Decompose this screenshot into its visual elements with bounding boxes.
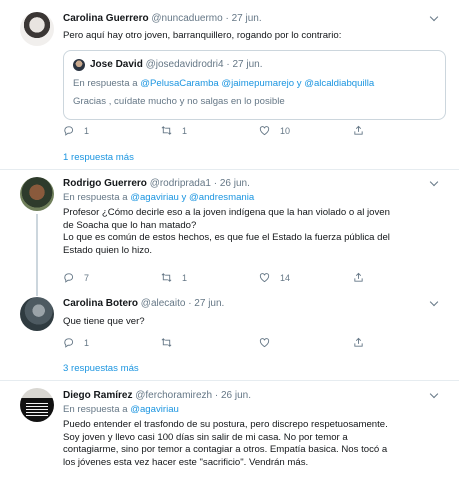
chevron-down-icon[interactable] (429, 389, 439, 399)
like-icon (259, 126, 270, 136)
author-name[interactable]: Carolina Botero (63, 298, 138, 309)
like-button[interactable]: 14 (259, 272, 290, 283)
show-more-replies[interactable]: 3 respuestas más (63, 363, 139, 374)
share-button[interactable] (353, 337, 364, 348)
tweet-date[interactable]: · 26 jun. (214, 178, 250, 189)
reply-icon (64, 273, 74, 283)
tweet-date[interactable]: · 26 jun. (215, 390, 251, 401)
reply-count: 1 (84, 125, 90, 136)
share-icon (354, 125, 363, 135)
reply-icon (64, 126, 74, 136)
tweet-header: Carolina Guerrero @nuncaduermo · 27 jun. (63, 13, 262, 24)
retweet-button[interactable]: 1 (161, 272, 187, 283)
like-button[interactable] (259, 337, 280, 348)
reply-icon (64, 338, 74, 348)
show-more-replies[interactable]: 1 respuesta más (63, 152, 134, 163)
like-count: 10 (280, 125, 291, 136)
tweet-2[interactable]: Rodrigo Guerrero @rodriprada1 · 26 jun. … (0, 170, 459, 296)
tweet-date[interactable]: · 27 jun. (188, 298, 224, 309)
author-name[interactable]: Rodrigo Guerrero (63, 178, 147, 189)
tweet-text: Pero aquí hay otro joven, barranquillero… (63, 30, 342, 41)
tweet-text: Profesor ¿Cómo decirle eso a la joven in… (63, 207, 390, 256)
avatar[interactable] (20, 297, 54, 331)
retweet-button[interactable] (161, 337, 182, 348)
tweet-text: Puedo entender el trasfondo de su postur… (63, 419, 388, 468)
quote-author-name: Jose David (90, 59, 143, 70)
reply-context: En respuesta a @agaviriau (63, 404, 179, 415)
quoted-tweet[interactable]: Jose David @josedavidrodri4 · 27 jun. En… (63, 50, 446, 120)
retweet-count: 1 (182, 125, 188, 136)
tweet-3[interactable]: Carolina Botero @alecaito · 27 jun. Que … (0, 292, 459, 376)
chevron-down-icon[interactable] (429, 177, 439, 187)
like-button[interactable]: 10 (259, 125, 290, 136)
avatar[interactable] (20, 12, 54, 46)
author-handle[interactable]: @ferchoramirezh (135, 390, 212, 401)
quote-text: Gracias , cuídate mucho y no salgas en l… (73, 96, 285, 107)
quote-date: · 27 jun. (226, 59, 263, 70)
tweet-actions: 7 1 14 (63, 272, 443, 284)
share-icon (354, 337, 363, 347)
author-handle[interactable]: @alecaito (141, 298, 186, 309)
reply-count: 7 (84, 272, 90, 283)
chevron-down-icon[interactable] (429, 12, 439, 22)
tweet-header: Rodrigo Guerrero @rodriprada1 · 26 jun. (63, 178, 250, 189)
chevron-down-icon[interactable] (429, 297, 439, 307)
retweet-button[interactable]: 1 (161, 125, 187, 136)
tweet-header: Diego Ramírez @ferchoramirezh · 26 jun. (63, 390, 251, 401)
author-name[interactable]: Carolina Guerrero (63, 13, 149, 24)
like-icon (259, 338, 270, 348)
reply-mentions[interactable]: @agaviriau y @andresmania (130, 192, 254, 203)
share-button[interactable] (353, 272, 364, 283)
tweet-4[interactable]: Diego Ramírez @ferchoramirezh · 26 jun. … (0, 381, 459, 497)
like-count: 14 (280, 272, 291, 283)
reply-mentions[interactable]: @agaviriau (130, 404, 179, 415)
reply-button[interactable]: 7 (63, 272, 89, 283)
retweet-icon (161, 126, 172, 135)
author-handle[interactable]: @rodriprada1 (150, 178, 211, 189)
share-icon (354, 272, 363, 282)
tweet-actions: 1 1 10 (63, 125, 443, 137)
quote-reply-context: En respuesta a @PelusaCaramba @jaimepuma… (73, 78, 375, 89)
share-button[interactable] (353, 125, 364, 136)
quote-author-handle: @josedavidrodri4 (145, 59, 224, 70)
like-icon (259, 273, 270, 283)
quote-avatar (73, 59, 85, 71)
author-handle[interactable]: @nuncaduermo (151, 13, 222, 24)
quote-header: Jose David @josedavidrodri4 · 27 jun. (90, 59, 262, 70)
avatar[interactable] (20, 177, 54, 211)
thread-line (36, 214, 38, 296)
tweet-header: Carolina Botero @alecaito · 27 jun. (63, 298, 224, 309)
retweet-icon (161, 273, 172, 282)
author-name[interactable]: Diego Ramírez (63, 390, 132, 401)
reply-button[interactable]: 1 (63, 125, 89, 136)
avatar[interactable] (20, 388, 54, 422)
tweet-date[interactable]: · 27 jun. (225, 13, 261, 24)
retweet-icon (161, 338, 172, 347)
reply-button[interactable]: 1 (63, 337, 89, 348)
tweet-text: Que tiene que ver? (63, 316, 145, 327)
tweet-actions: 1 (63, 337, 443, 349)
tweet-1[interactable]: Carolina Guerrero @nuncaduermo · 27 jun.… (0, 0, 459, 163)
reply-context: En respuesta a @agaviriau y @andresmania (63, 192, 255, 203)
reply-count: 1 (84, 337, 90, 348)
retweet-count: 1 (182, 272, 188, 283)
quote-mentions[interactable]: @PelusaCaramba @jaimepumarejo y @alcaldi… (140, 78, 374, 89)
